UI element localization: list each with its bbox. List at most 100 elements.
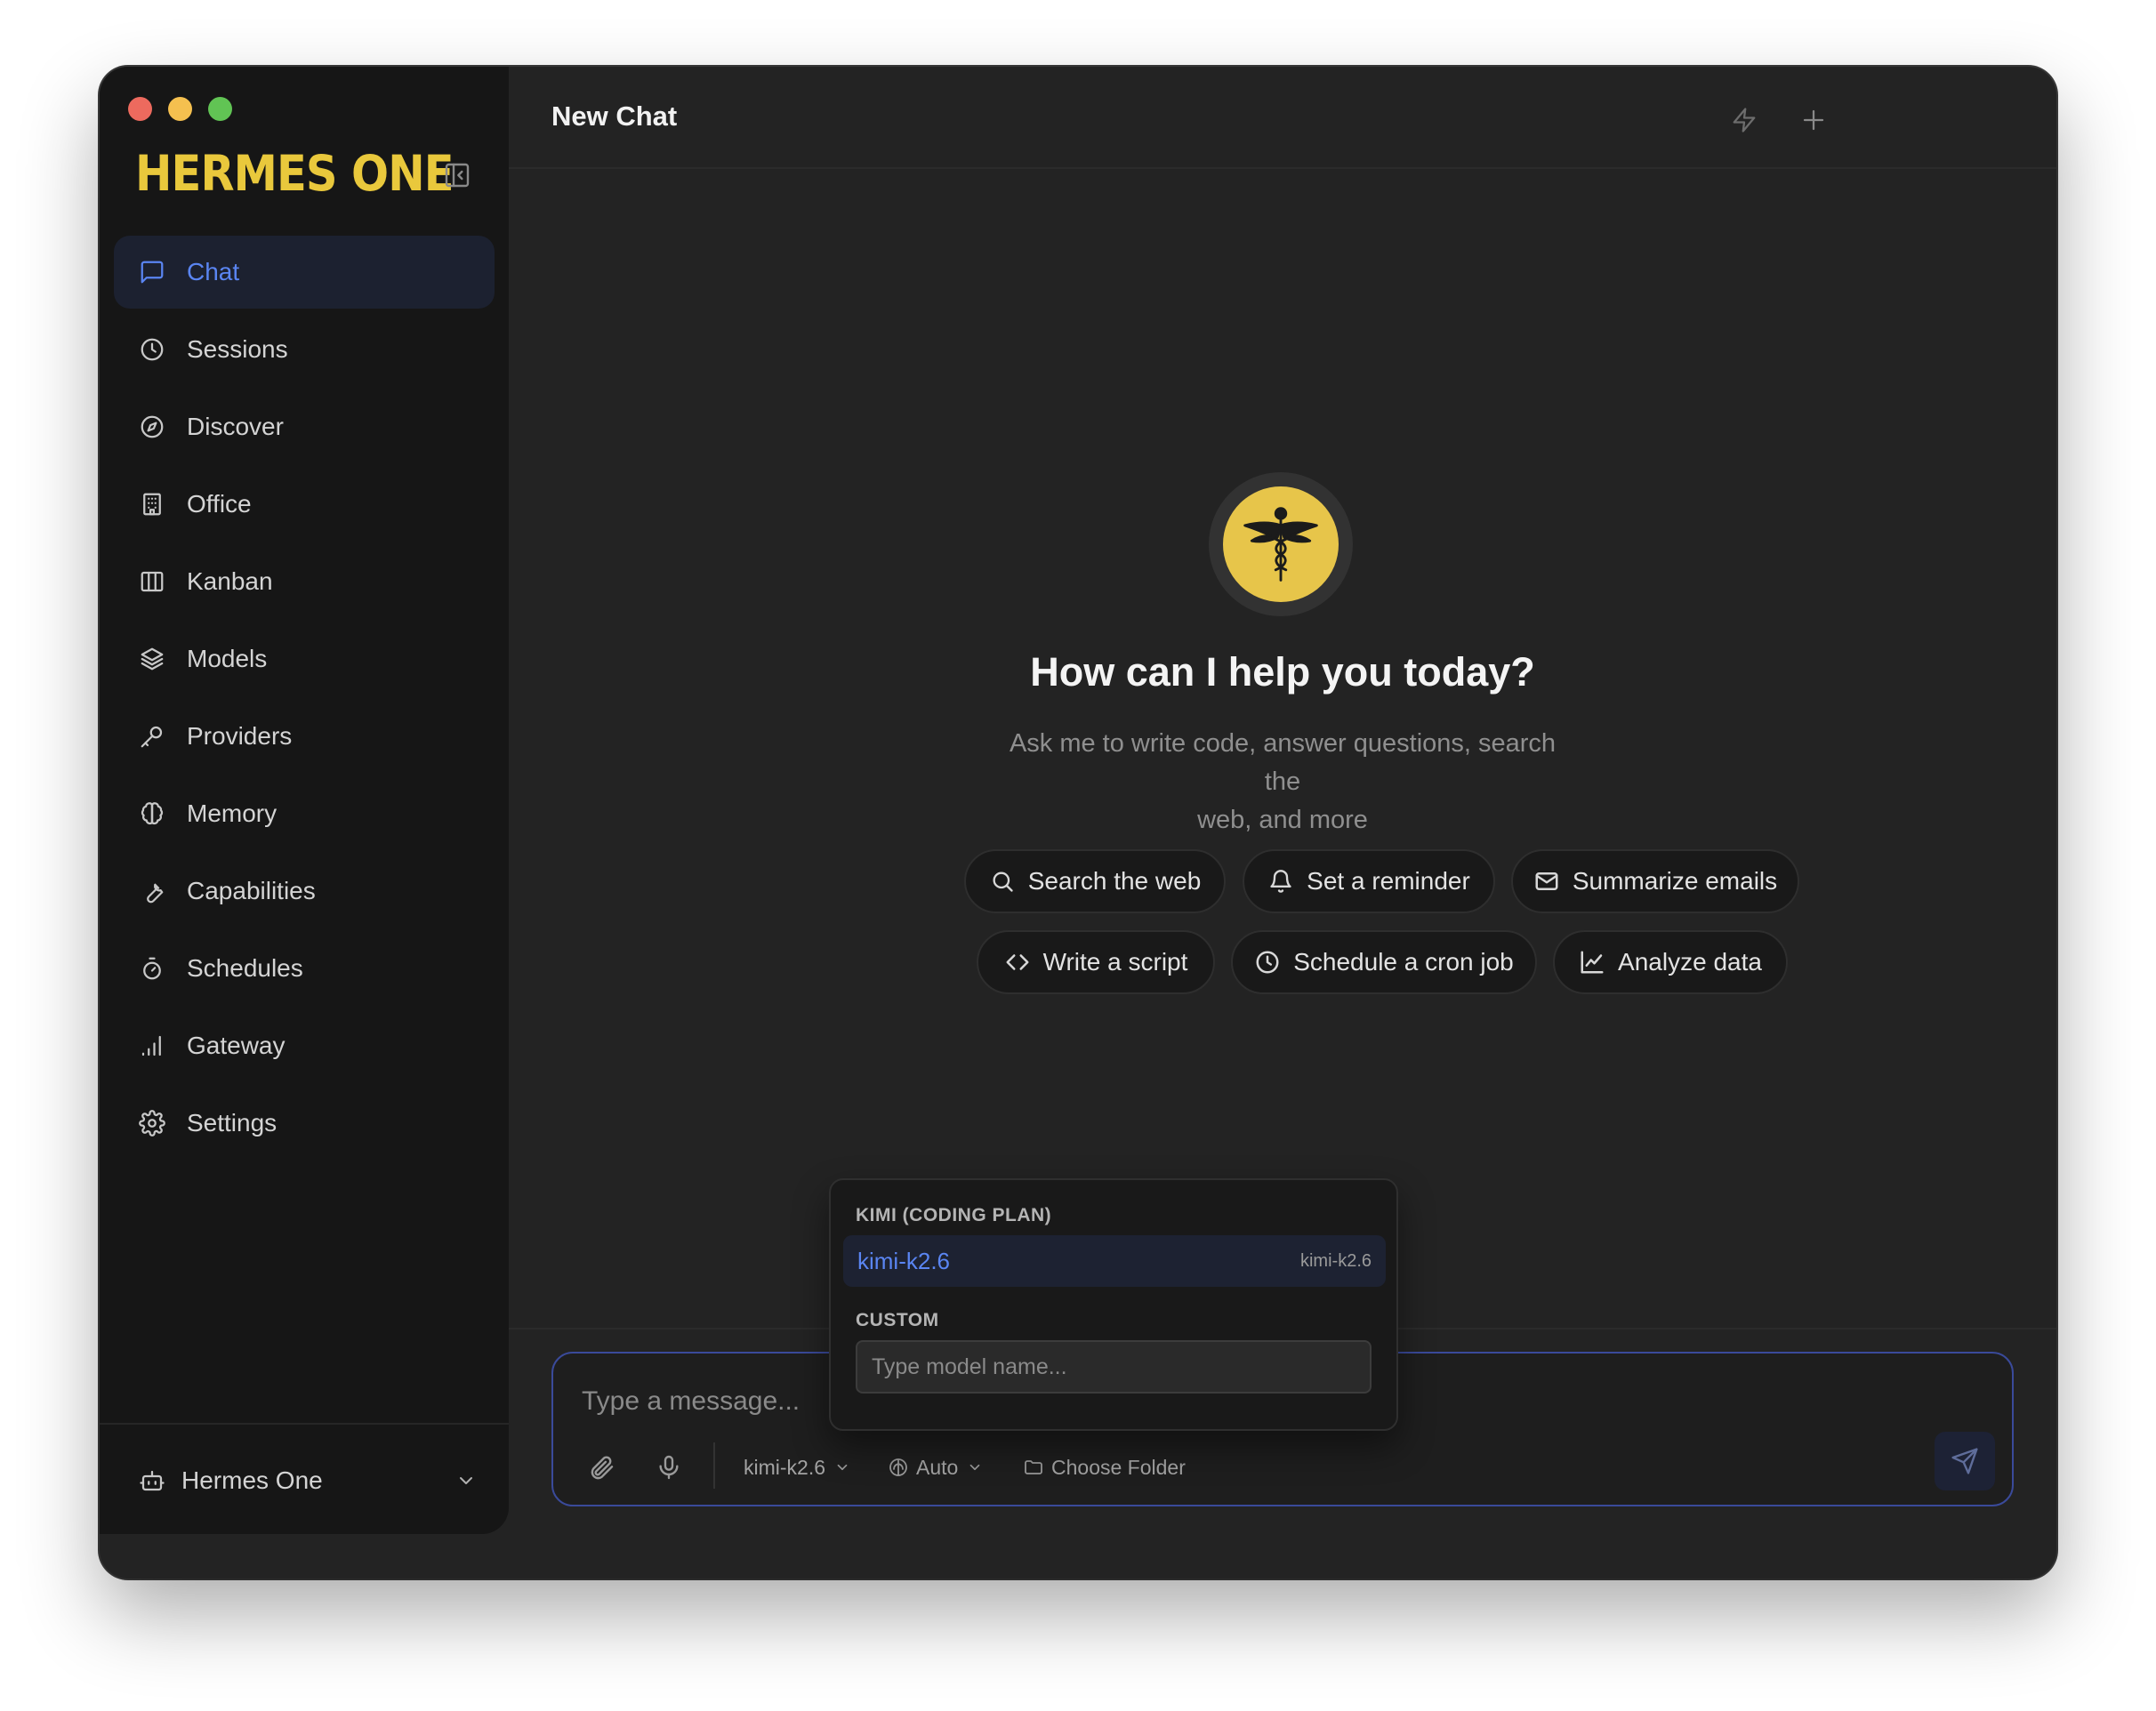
composer-separator — [713, 1442, 715, 1489]
wrench-icon — [137, 876, 167, 906]
new-chat-button[interactable] — [1796, 102, 1831, 138]
welcome-heading: How can I help you today? — [1030, 649, 1535, 695]
choose-folder-button[interactable]: Choose Folder — [1023, 1450, 1186, 1485]
sidebar-item-models[interactable]: Models — [114, 623, 495, 695]
suggestion-label: Analyze data — [1618, 948, 1762, 976]
model-option-id: kimi-k2.6 — [1299, 1250, 1372, 1271]
key-icon — [137, 721, 167, 751]
suggestion-label: Search the web — [1027, 867, 1202, 895]
sidebar-item-gateway[interactable]: Gateway — [114, 1009, 495, 1082]
minimize-window-button[interactable] — [168, 97, 192, 121]
assistant-avatar — [1209, 472, 1353, 616]
sidebar-item-label: Settings — [187, 1109, 278, 1137]
gear-icon — [137, 1108, 167, 1138]
microphone-icon — [659, 1455, 679, 1480]
suggestion-label: Write a script — [1042, 948, 1188, 976]
signal-bars-icon — [137, 1031, 167, 1061]
model-selector-label: kimi-k2.6 — [744, 1455, 826, 1479]
clock-icon — [1254, 949, 1281, 976]
sidebar-item-sessions[interactable]: Sessions — [114, 313, 495, 386]
suggestion-write-script[interactable]: Write a script — [977, 930, 1215, 994]
sidebar-item-kanban[interactable]: Kanban — [114, 545, 495, 618]
sidebar-item-label: Discover — [187, 413, 284, 440]
folder-icon — [1023, 1457, 1044, 1478]
paperclip-icon — [591, 1456, 614, 1480]
sidebar-item-schedules[interactable]: Schedules — [114, 932, 495, 1005]
mode-selector-label: Auto — [916, 1455, 959, 1479]
subtitle-line: web, and more — [1197, 806, 1368, 834]
sidebar-item-discover[interactable]: Discover — [114, 390, 495, 463]
custom-model-label: CUSTOM — [856, 1310, 939, 1330]
search-icon — [989, 868, 1016, 895]
voice-input-button[interactable] — [655, 1450, 683, 1485]
plus-icon — [1803, 109, 1824, 131]
model-group-label: KIMI (CODING PLAN) — [856, 1205, 1052, 1225]
model-selector[interactable]: kimi-k2.6 — [744, 1450, 850, 1485]
sidebar-item-label: Kanban — [187, 567, 273, 595]
sidebar-item-label: Chat — [187, 258, 240, 285]
sidebar-nav: Chat Sessions Discover Office Kanban Mod… — [114, 236, 495, 1164]
sidebar-item-label: Providers — [187, 722, 293, 750]
send-button[interactable] — [1935, 1432, 1995, 1490]
attach-button[interactable] — [587, 1450, 615, 1485]
sidebar-item-label: Capabilities — [187, 877, 316, 904]
suggestion-search-web[interactable]: Search the web — [964, 849, 1226, 913]
panel-left-icon — [445, 163, 470, 188]
custom-model-input[interactable] — [856, 1340, 1372, 1394]
suggestion-analyze-data[interactable]: Analyze data — [1553, 930, 1788, 994]
bell-icon — [1267, 868, 1294, 895]
sidebar-footer: Hermes One — [100, 1423, 509, 1534]
sidebar-item-label: Sessions — [187, 335, 288, 363]
model-option-kimi-k2-6[interactable]: kimi-k2.6 kimi-k2.6 — [843, 1235, 1386, 1287]
main-panel: New Chat How can I help you today? Ask m… — [509, 67, 2056, 1578]
caduceus-icon — [1243, 507, 1318, 582]
top-bar: New Chat — [509, 67, 2056, 169]
sidebar-item-label: Models — [187, 645, 268, 672]
model-option-name: kimi-k2.6 — [857, 1247, 951, 1274]
mode-selector[interactable]: Auto — [888, 1450, 983, 1485]
workspace-switcher[interactable]: Hermes One — [139, 1462, 477, 1499]
chevron-down-icon — [834, 1459, 850, 1475]
suggestion-set-reminder[interactable]: Set a reminder — [1243, 849, 1495, 913]
clock-icon — [137, 334, 167, 365]
maximize-window-button[interactable] — [208, 97, 232, 121]
layers-icon — [137, 644, 167, 674]
model-dropdown: KIMI (CODING PLAN) kimi-k2.6 kimi-k2.6 C… — [829, 1178, 1398, 1431]
bot-icon — [139, 1466, 167, 1495]
sidebar-item-capabilities[interactable]: Capabilities — [114, 855, 495, 928]
sidebar-collapse-button[interactable] — [441, 159, 473, 191]
mail-icon — [1533, 868, 1560, 895]
sidebar-item-providers[interactable]: Providers — [114, 700, 495, 773]
quick-action-button[interactable] — [1726, 102, 1762, 138]
suggestion-summarize-emails[interactable]: Summarize emails — [1511, 849, 1799, 913]
line-chart-icon — [1579, 949, 1605, 976]
app-window: HERMES ONE Chat Sessions Discover Office — [100, 67, 2056, 1578]
sidebar-item-settings[interactable]: Settings — [114, 1087, 495, 1160]
page-title: New Chat — [551, 100, 678, 132]
message-square-icon — [137, 257, 167, 287]
timer-icon — [137, 953, 167, 984]
subtitle-line: Ask me to write code, answer questions, … — [1009, 729, 1557, 796]
choose-folder-label: Choose Folder — [1051, 1455, 1186, 1479]
welcome-subtitle: Ask me to write code, answer questions, … — [989, 725, 1576, 839]
zap-icon — [1733, 108, 1756, 133]
window-controls — [128, 97, 232, 121]
building-icon — [137, 489, 167, 519]
chevron-down-icon — [967, 1459, 983, 1475]
sidebar-item-label: Memory — [187, 799, 278, 827]
sidebar-item-memory[interactable]: Memory — [114, 777, 495, 850]
sidebar-item-chat[interactable]: Chat — [114, 236, 495, 309]
sidebar-item-label: Schedules — [187, 954, 303, 982]
close-window-button[interactable] — [128, 97, 152, 121]
sidebar-item-label: Gateway — [187, 1032, 286, 1059]
suggestion-schedule-cron[interactable]: Schedule a cron job — [1231, 930, 1537, 994]
suggestion-label: Schedule a cron job — [1293, 948, 1514, 976]
code-icon — [1004, 949, 1031, 976]
suggestion-label: Set a reminder — [1307, 867, 1470, 895]
sidebar-item-label: Office — [187, 490, 252, 518]
brain-icon — [137, 799, 167, 829]
columns-icon — [137, 566, 167, 597]
workspace-name: Hermes One — [181, 1466, 323, 1494]
sidebar-item-office[interactable]: Office — [114, 468, 495, 541]
send-icon — [1951, 1448, 1978, 1474]
